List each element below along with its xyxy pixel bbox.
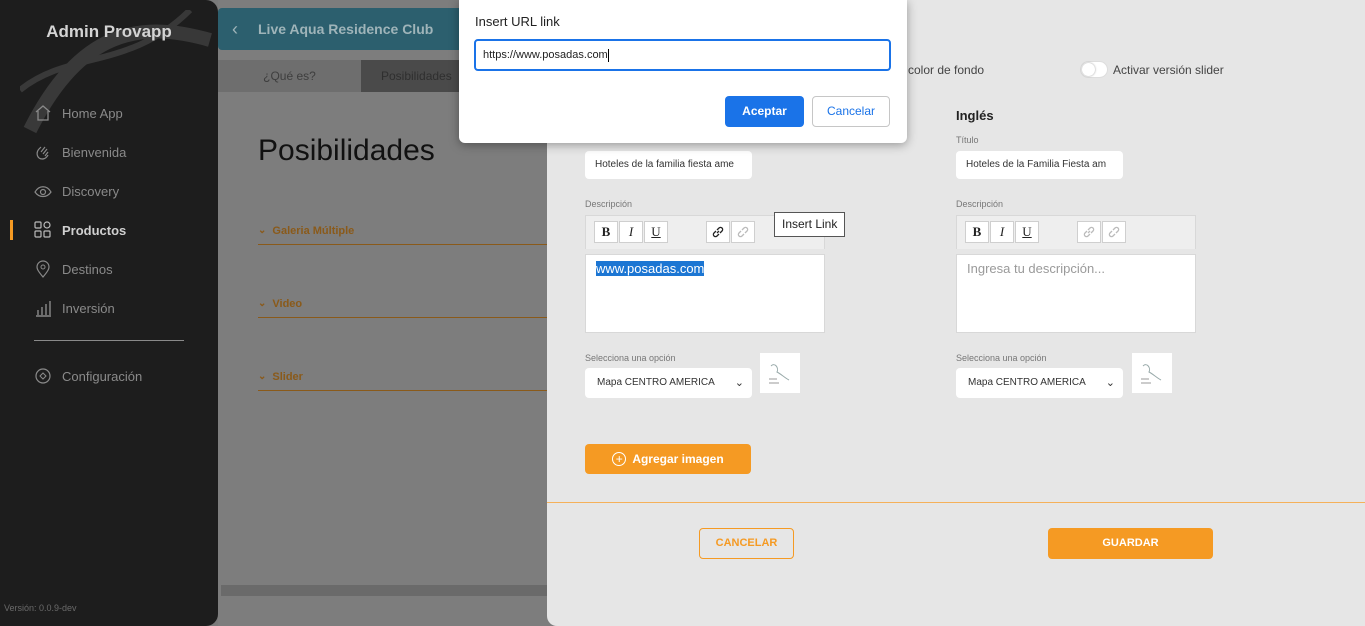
underline-button[interactable]: U (644, 221, 668, 243)
sidebar-item-label: Configuración (62, 368, 143, 384)
bold-button[interactable]: B (594, 221, 618, 243)
accordion-label: Video (272, 297, 303, 310)
url-input[interactable]: https://www.posadas.com (474, 39, 891, 71)
chevron-left-icon[interactable]: ‹ (232, 19, 238, 40)
chevron-down-icon: ⌄ (734, 377, 744, 389)
chevron-down-icon: ⌄ (258, 225, 267, 236)
sidebar-item-label: Home App (62, 105, 123, 121)
sidebar-item-configuracion[interactable]: Configuración (34, 365, 142, 387)
spanish-map-select[interactable]: Mapa CENTRO AMERICA ⌄ (585, 368, 752, 398)
horizontal-scrollbar[interactable] (221, 585, 548, 596)
sidebar-item-inversion[interactable]: Inversión (34, 297, 115, 319)
accordion-video[interactable]: ⌄ Video (258, 290, 548, 318)
map-thumbnail-image (760, 353, 800, 393)
wave-hand-icon (34, 143, 52, 161)
accordion-galeria-multiple[interactable]: ⌄ Galeria Múltiple (258, 217, 548, 245)
dialog-label: Insert URL link (475, 14, 560, 29)
spanish-select-label: Selecciona una opción (585, 353, 676, 363)
cancel-button[interactable]: CANCELAR (699, 528, 794, 559)
insert-url-dialog: Insert URL link https://www.posadas.com … (459, 0, 907, 143)
panel-divider (547, 502, 1365, 503)
unlink-icon[interactable] (1102, 221, 1126, 243)
english-map-select[interactable]: Mapa CENTRO AMERICA ⌄ (956, 368, 1123, 398)
sidebar-item-home-app[interactable]: Home App (34, 102, 123, 124)
sidebar-item-label: Bienvenida (62, 144, 127, 160)
english-select-label: Selecciona una opción (956, 353, 1047, 363)
insert-link-tooltip: Insert Link (774, 212, 846, 237)
sidebar-item-label: Inversión (62, 300, 115, 316)
chevron-down-icon: ⌄ (258, 298, 267, 309)
spanish-description-editor[interactable]: www.posadas.com (585, 254, 825, 333)
version-label: Versión: 0.0.9-dev (4, 603, 77, 613)
italic-button[interactable]: I (619, 221, 643, 243)
spanish-description-label: Descripción (585, 199, 633, 209)
sidebar: Admin Provapp Home App Bienvenida Discov… (0, 0, 218, 626)
sidebar-item-label: Destinos (62, 261, 113, 277)
map-thumbnail-image (1132, 353, 1172, 393)
accordion-label: Galeria Múltiple (272, 224, 355, 237)
select-value: Mapa CENTRO AMERICA (968, 377, 1086, 388)
link-icon[interactable] (1077, 221, 1101, 243)
sidebar-item-label: Productos (62, 222, 127, 238)
eye-icon (34, 182, 52, 200)
brand-title: Admin Provapp (46, 22, 172, 41)
background-color-option-label: color de fondo (908, 63, 985, 77)
save-button[interactable]: GUARDAR (1048, 528, 1213, 559)
add-image-button[interactable]: + Agregar imagen (585, 444, 751, 474)
sidebar-divider (34, 340, 184, 341)
sidebar-item-destinos[interactable]: Destinos (34, 258, 113, 280)
dialog-cancel-button[interactable]: Cancelar (812, 96, 890, 127)
sidebar-item-productos[interactable]: Productos (9, 219, 127, 241)
underline-button[interactable]: U (1015, 221, 1039, 243)
map-pin-icon (34, 260, 52, 278)
english-editor-toolbar: B I U (956, 215, 1196, 249)
tab-que-es[interactable]: ¿Qué es? (218, 60, 361, 92)
select-value: Mapa CENTRO AMERICA (597, 377, 715, 388)
chevron-down-icon: ⌄ (1105, 377, 1115, 389)
italic-button[interactable]: I (990, 221, 1014, 243)
english-description-editor[interactable]: Ingresa tu descripción... (956, 254, 1196, 333)
accordion-slider[interactable]: ⌄ Slider (258, 363, 548, 391)
bar-chart-icon (34, 299, 52, 317)
chevron-down-icon: ⌄ (258, 371, 267, 382)
sidebar-item-label: Discovery (62, 183, 120, 199)
selected-text: www.posadas.com (596, 261, 705, 276)
accordion-label: Slider (272, 370, 303, 383)
text-cursor (607, 48, 609, 62)
slider-version-label: Activar versión slider (1113, 63, 1224, 77)
slider-version-toggle[interactable] (1080, 61, 1108, 78)
sidebar-item-discovery[interactable]: Discovery (34, 180, 119, 202)
add-image-label: Agregar imagen (632, 452, 724, 466)
bold-button[interactable]: B (965, 221, 989, 243)
plus-circle-icon: + (612, 452, 627, 466)
grid-icon (34, 221, 52, 239)
settings-icon (34, 367, 52, 385)
spanish-title-input[interactable]: Hoteles de la familia fiesta ame (585, 151, 752, 179)
home-icon (34, 104, 52, 122)
link-icon[interactable] (706, 221, 730, 243)
english-title-input[interactable]: Hoteles de la Familia Fiesta am (956, 151, 1123, 179)
accept-button[interactable]: Aceptar (725, 96, 804, 127)
page-title: Posibilidades (258, 134, 435, 167)
url-input-value: https://www.posadas.com (483, 49, 608, 61)
english-title-label: Título (956, 135, 979, 145)
english-column-heading: Inglés (956, 108, 994, 123)
sidebar-item-bienvenida[interactable]: Bienvenida (34, 141, 126, 163)
header-title: Live Aqua Residence Club (258, 21, 434, 37)
english-description-label: Descripción (956, 199, 1004, 209)
unlink-icon[interactable] (731, 221, 755, 243)
description-placeholder: Ingresa tu descripción... (967, 261, 1106, 276)
